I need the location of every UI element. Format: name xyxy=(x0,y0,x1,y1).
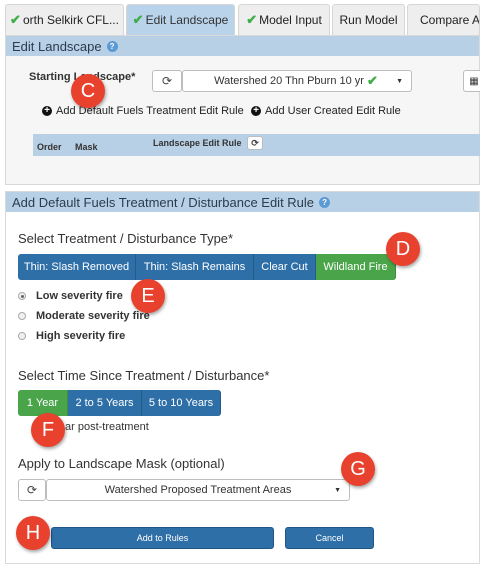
treatment-label: Wildland Fire xyxy=(323,261,388,273)
tab-edit-landscape[interactable]: ✔ Edit Landscape xyxy=(126,4,235,35)
plus-circle-icon: + xyxy=(251,106,261,116)
tab-compare[interactable]: Compare Alte xyxy=(407,4,480,35)
cancel-label: Cancel xyxy=(315,533,344,543)
time-2-to-5-years[interactable]: 2 to 5 Years xyxy=(68,390,142,416)
time-label: 2 to 5 Years xyxy=(75,397,134,409)
treatment-clear-cut[interactable]: Clear Cut xyxy=(254,254,316,280)
severity-high[interactable]: High severity fire xyxy=(18,330,125,342)
treatment-thin-slash-removed[interactable]: Thin: Slash Removed xyxy=(18,254,136,280)
panel-title: Edit Landscape xyxy=(12,38,102,54)
info-icon[interactable]: ? xyxy=(319,196,331,208)
treatment-wildland-fire[interactable]: Wildland Fire xyxy=(316,254,396,280)
treatment-label: Thin: Slash Removed xyxy=(23,261,130,273)
check-icon: ✔ xyxy=(10,12,21,27)
tab-run-model[interactable]: Run Model xyxy=(332,4,405,35)
column-order: Order xyxy=(37,142,62,152)
severity-label: Low severity fire xyxy=(36,290,123,302)
add-user-rule-label: Add User Created Edit Rule xyxy=(265,105,401,117)
column-rule: Landscape Edit Rule xyxy=(153,138,242,148)
time-5-to-10-years[interactable]: 5 to 10 Years xyxy=(142,390,221,416)
check-icon: ✔ xyxy=(132,12,144,27)
caret-down-icon: ▼ xyxy=(334,486,341,494)
grid-view-button[interactable]: ▦ xyxy=(463,70,480,92)
panel-header: Add Default Fuels Treatment / Disturbanc… xyxy=(6,192,479,212)
caret-down-icon: ▼ xyxy=(396,77,403,85)
radio-button[interactable] xyxy=(18,292,26,300)
refresh-icon: ⟳ xyxy=(26,483,38,497)
callout-marker-d: D xyxy=(386,232,420,266)
cancel-button[interactable]: Cancel xyxy=(285,527,374,549)
add-user-rule-link[interactable]: + Add User Created Edit Rule xyxy=(251,105,401,117)
tab-label: Edit Landscape xyxy=(145,13,229,27)
treatment-thin-slash-remains[interactable]: Thin: Slash Remains xyxy=(136,254,254,280)
tab-label: Model Input xyxy=(259,13,322,27)
treatment-heading: Select Treatment / Disturbance Type* xyxy=(18,231,234,246)
time-1-year[interactable]: 1 Year xyxy=(18,390,68,416)
callout-marker-g: G xyxy=(341,452,375,486)
mask-value: Watershed Proposed Treatment Areas xyxy=(104,484,292,496)
rules-refresh-button[interactable]: ⟳ xyxy=(247,136,263,150)
starting-landscape-select[interactable]: Watershed 20 Thn Pburn 10 yr ✔ ▼ xyxy=(182,70,412,92)
edit-landscape-panel: Edit Landscape ? Starting Landscape* ⟳ W… xyxy=(5,35,480,185)
check-icon: ✔ xyxy=(366,73,378,88)
time-label: 5 to 10 Years xyxy=(148,397,214,409)
treatment-label: Thin: Slash Remains xyxy=(143,261,246,273)
check-icon: ✔ xyxy=(246,12,258,27)
info-icon[interactable]: ? xyxy=(106,40,118,52)
radio-button[interactable] xyxy=(18,312,26,320)
mask-select[interactable]: Watershed Proposed Treatment Areas ▼ xyxy=(46,479,350,501)
radio-button[interactable] xyxy=(18,332,26,340)
treatment-label: Clear Cut xyxy=(261,261,308,273)
severity-low[interactable]: Low severity fire xyxy=(18,290,123,302)
tab-label: orth Selkirk CFL... xyxy=(22,13,119,27)
time-label: 1 Year xyxy=(26,397,59,409)
column-mask: Mask xyxy=(75,142,98,152)
add-to-rules-label: Add to Rules xyxy=(136,533,189,543)
severity-moderate[interactable]: Moderate severity fire xyxy=(18,310,150,322)
callout-marker-h: H xyxy=(16,516,50,550)
panel-title: Add Default Fuels Treatment / Disturbanc… xyxy=(12,194,315,210)
starting-landscape-value: Watershed 20 Thn Pburn 10 yr xyxy=(214,75,364,87)
callout-marker-e: E xyxy=(131,279,165,313)
grid-icon: ▦ xyxy=(469,75,479,87)
add-to-rules-button[interactable]: Add to Rules xyxy=(51,527,274,549)
refresh-button[interactable]: ⟳ xyxy=(152,70,182,92)
refresh-icon: ⟳ xyxy=(251,137,259,148)
plus-circle-icon: + xyxy=(42,106,52,116)
tab-label: Compare Alte xyxy=(420,13,480,27)
rules-table-header: Order Mask Landscape Edit Rule ⟳ xyxy=(33,134,480,156)
callout-marker-f: F xyxy=(31,413,65,447)
time-note: ar post-treatment xyxy=(65,421,149,433)
time-heading: Select Time Since Treatment / Disturbanc… xyxy=(18,368,270,383)
tab-model-input[interactable]: ✔ Model Input xyxy=(238,4,330,35)
mask-heading: Apply to Landscape Mask (optional) xyxy=(18,456,225,471)
tab-bar: ✔ orth Selkirk CFL... ✔ Edit Landscape ✔… xyxy=(0,0,480,35)
tab-label: Run Model xyxy=(339,13,398,27)
tab-project[interactable]: ✔ orth Selkirk CFL... xyxy=(5,4,124,35)
add-default-rule-link[interactable]: + Add Default Fuels Treatment Edit Rule xyxy=(42,105,244,117)
severity-label: High severity fire xyxy=(36,330,126,342)
severity-label: Moderate severity fire xyxy=(36,310,150,322)
refresh-icon: ⟳ xyxy=(161,74,173,88)
panel-header: Edit Landscape ? xyxy=(6,36,479,56)
mask-refresh-button[interactable]: ⟳ xyxy=(18,479,46,501)
callout-marker-c: C xyxy=(71,74,105,108)
